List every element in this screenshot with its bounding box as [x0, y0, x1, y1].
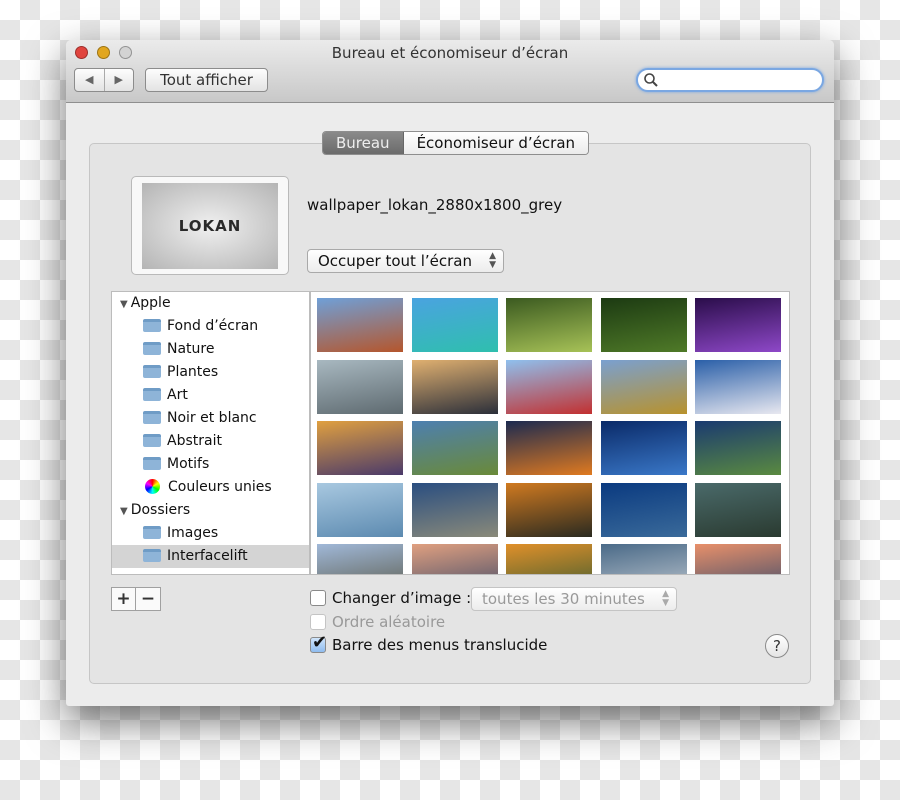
wallpaper-thumbnail[interactable]	[411, 298, 498, 352]
wallpaper-thumbnail[interactable]	[695, 298, 781, 352]
sidebar-item[interactable]: ▼ Dossiers	[112, 499, 309, 522]
wallpaper-thumbnail[interactable]	[600, 482, 687, 537]
sidebar-item[interactable]: Noir et blanc	[112, 407, 309, 430]
checkbox-box[interactable]	[310, 614, 326, 630]
wallpaper-thumbnail[interactable]	[506, 359, 592, 414]
wallpaper-thumbnail[interactable]	[695, 421, 781, 475]
wallpaper-thumbnail[interactable]	[506, 298, 592, 352]
search-icon	[644, 73, 658, 87]
sidebar-item-label: Abstrait	[167, 433, 222, 449]
sidebar-item-label: Apple	[130, 295, 171, 311]
wallpaper-thumbnail[interactable]	[695, 482, 781, 537]
fit-select[interactable]: Occuper tout l’écran ▲ ▼	[307, 249, 504, 273]
checkbox-box[interactable]: ✔	[310, 632, 327, 653]
folder-icon	[143, 365, 161, 378]
sidebar-item[interactable]: Abstrait	[112, 430, 309, 453]
checkbox-box[interactable]	[310, 590, 326, 606]
wallpaper-thumbnail[interactable]	[317, 421, 403, 475]
wallpaper-thumbnail[interactable]	[317, 544, 403, 574]
change-image-checkbox[interactable]: Changer d’image :	[310, 589, 471, 607]
wallpaper-thumbnail[interactable]	[411, 544, 498, 574]
sidebar-item[interactable]: Plantes	[112, 361, 309, 384]
sidebar-item-label: Art	[167, 387, 188, 403]
folder-icon	[143, 549, 161, 562]
wallpaper-thumbnail[interactable]	[411, 359, 498, 414]
folder-icon	[143, 526, 161, 539]
folder-icon	[143, 319, 161, 332]
random-order-label: Ordre aléatoire	[332, 613, 446, 631]
sidebar-item[interactable]: Nature	[112, 338, 309, 361]
wallpaper-thumbnail[interactable]	[506, 544, 592, 574]
preferences-window: Bureau et économiseur d’écran ◀ ▶ Tout a…	[66, 40, 834, 706]
help-button[interactable]: ?	[765, 634, 789, 658]
folder-icon	[143, 434, 161, 447]
wallpaper-thumbnail[interactable]	[506, 421, 592, 475]
disclosure-triangle-icon[interactable]: ▼	[120, 293, 128, 316]
select-arrows-icon: ▲ ▼	[662, 589, 669, 608]
wallpaper-thumbnail[interactable]	[317, 482, 403, 537]
checkmark-icon: ✔	[312, 632, 328, 653]
color-wheel-icon	[145, 479, 160, 494]
sidebar-item[interactable]: Art	[112, 384, 309, 407]
wallpaper-thumbnail[interactable]	[695, 544, 781, 574]
sidebar-item-label: Images	[167, 525, 219, 541]
source-list: ▼ Apple Fond d’écran Nature Plantes Art Noir e…	[111, 291, 310, 575]
sidebar-item[interactable]: Couleurs unies	[112, 476, 309, 499]
random-order-checkbox[interactable]: Ordre aléatoire	[310, 613, 445, 631]
wallpaper-grid	[310, 291, 790, 575]
translucent-menubar-checkbox[interactable]: ✔ Barre des menus translucide	[310, 632, 548, 654]
sidebar-item-label: Interfacelift	[167, 548, 248, 564]
interval-select[interactable]: toutes les 30 minutes ▲ ▼	[471, 587, 677, 611]
wallpaper-thumbnail[interactable]	[600, 359, 687, 414]
sidebar-item-label: Nature	[167, 341, 215, 357]
sidebar-item-label: Plantes	[167, 364, 219, 380]
select-arrows-icon: ▲ ▼	[489, 251, 496, 270]
wallpaper-filename: wallpaper_lokan_2880x1800_grey	[307, 196, 563, 214]
sidebar-item[interactable]: Fond d’écran	[112, 315, 309, 338]
sidebar-item[interactable]: ▼ Apple	[112, 292, 309, 315]
interval-value: toutes les 30 minutes	[482, 590, 645, 608]
forward-icon[interactable]: ▶	[105, 69, 134, 91]
folder-icon	[143, 342, 161, 355]
add-remove-buttons: + −	[111, 587, 161, 611]
fit-select-value: Occuper tout l’écran	[318, 252, 472, 270]
wallpaper-preview: LOKAN	[131, 176, 289, 275]
folder-icon	[143, 411, 161, 424]
logo-text: LOKAN	[178, 217, 242, 235]
wallpaper-thumbnail[interactable]	[411, 421, 498, 475]
nav-buttons: ◀ ▶	[74, 68, 134, 92]
sidebar-item[interactable]: Motifs	[112, 453, 309, 476]
window-title: Bureau et économiseur d’écran	[331, 44, 569, 62]
translucent-menubar-label: Barre des menus translucide	[332, 636, 548, 654]
sidebar-item-label: Noir et blanc	[167, 410, 257, 426]
add-folder-button[interactable]: +	[112, 588, 136, 610]
back-icon[interactable]: ◀	[75, 69, 105, 91]
show-all-button[interactable]: Tout afficher	[145, 68, 268, 92]
tab-bureau[interactable]: Bureau	[323, 132, 404, 154]
wallpaper-thumbnail[interactable]	[600, 544, 687, 574]
preview-image: LOKAN	[142, 183, 278, 269]
sidebar-item-label: Dossiers	[130, 502, 191, 518]
folder-icon	[143, 388, 161, 401]
wallpaper-thumbnail[interactable]	[600, 421, 687, 475]
tab-bar: Bureau Économiseur d’écran	[322, 131, 590, 155]
search-input[interactable]	[636, 68, 824, 92]
wallpaper-thumbnail[interactable]	[411, 482, 498, 537]
wallpaper-thumbnail[interactable]	[506, 482, 592, 537]
wallpaper-thumbnail[interactable]	[317, 359, 403, 414]
sidebar-item[interactable]: Images	[112, 522, 309, 545]
titlebar: Bureau et économiseur d’écran ◀ ▶ Tout a…	[66, 40, 834, 103]
sidebar-item-label: Couleurs unies	[168, 479, 272, 495]
sidebar-item-label: Motifs	[167, 456, 210, 472]
sidebar-item[interactable]: Interfacelift	[112, 545, 309, 568]
wallpaper-thumbnail[interactable]	[317, 298, 403, 352]
change-image-label: Changer d’image :	[332, 589, 472, 607]
sidebar-item-label: Fond d’écran	[167, 318, 259, 334]
disclosure-triangle-icon[interactable]: ▼	[120, 500, 128, 523]
remove-folder-button[interactable]: −	[136, 588, 160, 610]
wallpaper-thumbnail[interactable]	[695, 359, 781, 414]
folder-icon	[143, 457, 161, 470]
wallpaper-thumbnail[interactable]	[600, 298, 687, 352]
tab-screensaver[interactable]: Économiseur d’écran	[403, 132, 589, 154]
